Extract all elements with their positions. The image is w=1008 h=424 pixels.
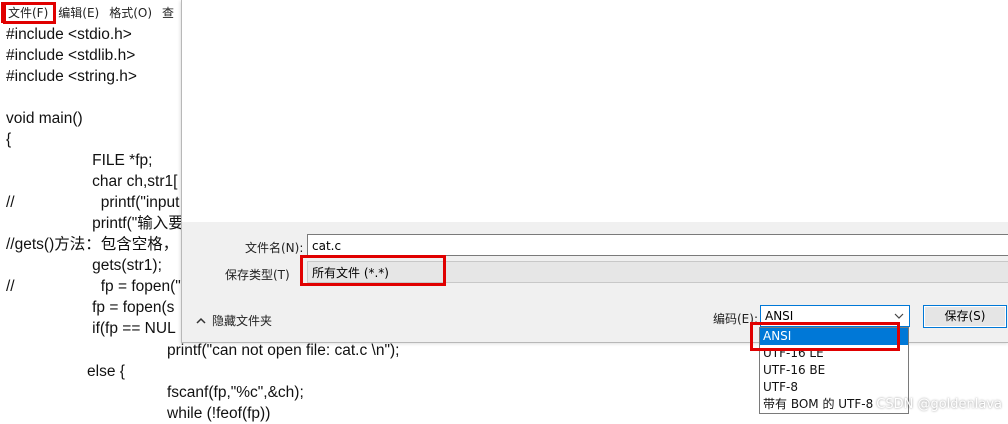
code-line: #include <stdlib.h> — [6, 47, 136, 64]
chevron-up-icon — [196, 314, 206, 328]
menu-file[interactable]: 文件(F) — [0, 1, 56, 23]
code-line: { — [6, 131, 12, 148]
notepad-menubar: 文件(F) 编辑(E) 格式(O) 查 — [0, 0, 190, 24]
code-line: // fp = fopen(" — [6, 278, 181, 295]
filetype-select[interactable]: 所有文件 (*.*) — [307, 261, 1008, 283]
filetype-label: 保存类型(T) — [225, 268, 290, 282]
menu-view[interactable]: 查 — [157, 4, 179, 21]
save-as-dialog: 文件名(N): cat.c 保存类型(T) 所有文件 (*.*) 隐藏文件夹 编… — [181, 0, 1008, 343]
code-line: // printf("input — [6, 194, 180, 211]
encoding-select[interactable]: ANSI — [760, 305, 910, 327]
save-button[interactable]: 保存(S) — [923, 305, 1007, 328]
dialog-bottom-panel: 文件名(N): cat.c 保存类型(T) 所有文件 (*.*) 隐藏文件夹 编… — [182, 222, 1008, 342]
encoding-label: 编码(E): — [713, 312, 758, 326]
code-line: #include <string.h> — [6, 68, 137, 85]
filename-input[interactable]: cat.c — [307, 234, 1008, 256]
hide-folders-label: 隐藏文件夹 — [212, 314, 273, 328]
code-line: #include <stdio.h> — [6, 26, 132, 43]
hide-folders-toggle[interactable]: 隐藏文件夹 — [196, 312, 272, 329]
code-line: printf("输入要 — [6, 215, 182, 232]
code-line: fscanf(fp,"%c",&ch); — [167, 384, 304, 401]
code-line: if(fp == NUL — [6, 320, 176, 337]
encoding-option-utf16le[interactable]: UTF-16 LE — [760, 345, 908, 362]
code-line: gets(str1); — [6, 257, 162, 274]
menu-edit[interactable]: 编辑(E) — [53, 4, 104, 21]
encoding-option-utf16be[interactable]: UTF-16 BE — [760, 362, 908, 379]
encoding-option-ansi[interactable]: ANSI — [760, 328, 908, 345]
code-line: fp = fopen(s — [6, 299, 175, 316]
filename-label: 文件名(N): — [245, 241, 304, 255]
code-line: void main() — [6, 110, 83, 127]
notepad-editor[interactable]: #include <stdio.h> #include <stdlib.h> #… — [6, 22, 182, 414]
encoding-option-utf8[interactable]: UTF-8 — [760, 379, 908, 396]
code-line: char ch,str1[ — [6, 173, 178, 190]
watermark: CSDN @goldenlava — [876, 397, 1002, 412]
encoding-value: ANSI — [765, 309, 794, 323]
code-line: FILE *fp; — [6, 152, 153, 169]
menu-format[interactable]: 格式(O) — [104, 4, 157, 21]
code-line: printf("can not open file: cat.c \n"); — [167, 342, 400, 359]
code-line: //gets()方法：包含空格， — [6, 236, 179, 253]
